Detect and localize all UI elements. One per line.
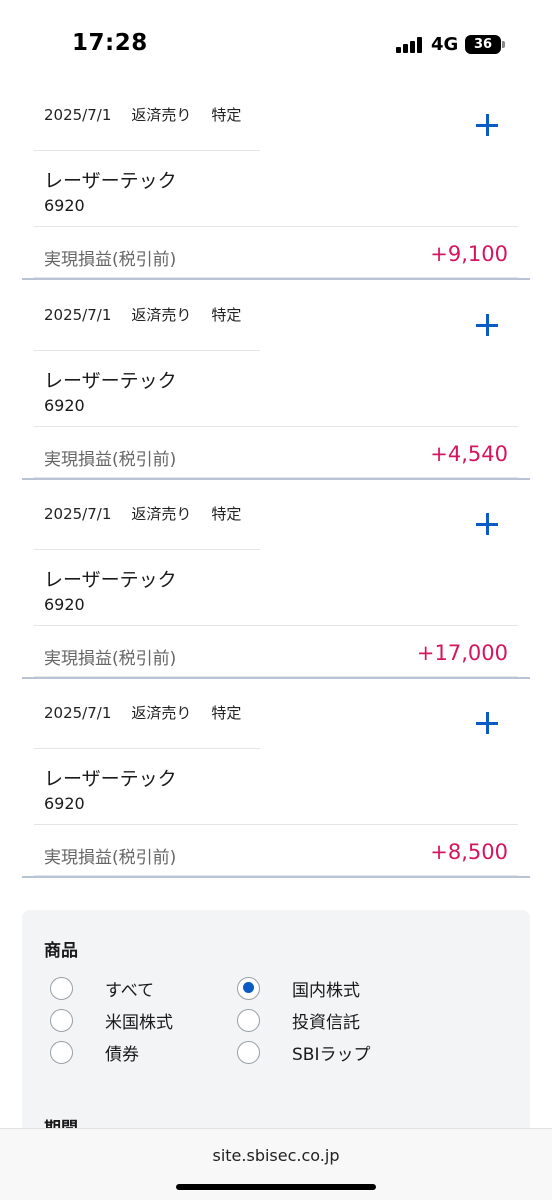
radio-option-sbi-wrap[interactable]: SBIラップ (237, 1039, 370, 1065)
account-type: 特定 (211, 106, 242, 124)
radio-button[interactable] (50, 976, 73, 1000)
status-time: 17:28 (72, 30, 148, 56)
divider (34, 150, 260, 151)
radio-option-label: すべて (105, 980, 155, 1001)
stock-code: 6920 (44, 196, 85, 215)
product-filter-title: 商品 (44, 941, 78, 961)
realized-pl-label: 実現損益(税引前) (44, 250, 177, 270)
radio-option-domestic-stock[interactable]: 国内株式 (237, 975, 360, 1001)
radio-option-label: 債券 (105, 1044, 139, 1065)
radio-option-label: 国内株式 (292, 980, 360, 1001)
radio-button[interactable] (237, 1008, 260, 1032)
radio-button-selected[interactable] (237, 976, 260, 1000)
home-indicator[interactable] (176, 1184, 376, 1190)
trade-date: 2025/7/1 (44, 505, 112, 523)
trade-card: 2025/7/1 返済売り 特定 レーザーテック 6920 実現損益(税引前) +9… (22, 90, 530, 290)
radio-button[interactable] (237, 1040, 260, 1064)
card-separator (22, 677, 530, 679)
trade-card: 2025/7/1 返済売り 特定 レーザーテック 6920 実現損益(税引前) +8… (22, 688, 530, 888)
radio-option-bonds[interactable]: 債券 (50, 1039, 139, 1065)
battery-icon: 36 (465, 35, 501, 54)
realized-pl-value: +4,540 (430, 442, 508, 466)
stock-name: レーザーテック (44, 569, 177, 591)
realized-pl-value: +9,100 (430, 242, 508, 266)
realized-pl-label: 実現損益(税引前) (44, 649, 177, 669)
trade-header: 2025/7/1 返済売り 特定 (44, 104, 261, 125)
radio-button[interactable] (50, 1008, 73, 1032)
trade-header: 2025/7/1 返済売り 特定 (44, 702, 261, 723)
radio-button[interactable] (50, 1040, 73, 1064)
divider (34, 226, 518, 227)
divider (34, 350, 260, 351)
stock-name: レーザーテック (44, 170, 177, 192)
battery-tip (502, 41, 505, 48)
trade-card: 2025/7/1 返済売り 特定 レーザーテック 6920 実現損益(税引前) +4… (22, 290, 530, 490)
realized-pl-value: +17,000 (416, 641, 508, 665)
status-bar: 17:28 4G 36 (0, 0, 552, 90)
divider (34, 824, 518, 825)
radio-option-all[interactable]: すべて (50, 975, 154, 1001)
divider (34, 426, 518, 427)
trade-type: 返済売り (131, 106, 192, 124)
expand-plus-icon[interactable] (474, 511, 500, 537)
trade-date: 2025/7/1 (44, 106, 112, 124)
trade-header: 2025/7/1 返済売り 特定 (44, 503, 261, 524)
trade-header: 2025/7/1 返済売り 特定 (44, 304, 261, 325)
signal-icon (396, 37, 424, 53)
stock-code: 6920 (44, 794, 85, 813)
realized-pl-label: 実現損益(税引前) (44, 450, 177, 470)
browser-url-bar[interactable]: site.sbisec.co.jp (0, 1128, 552, 1200)
stock-code: 6920 (44, 595, 85, 614)
divider (34, 549, 260, 550)
trade-type: 返済売り (131, 505, 192, 523)
trade-card: 2025/7/1 返済売り 特定 レーザーテック 6920 実現損益(税引前) +1… (22, 489, 530, 689)
radio-option-label: SBIラップ (292, 1044, 371, 1065)
stock-code: 6920 (44, 396, 85, 415)
account-type: 特定 (211, 306, 242, 324)
expand-plus-icon[interactable] (474, 710, 500, 736)
trade-date: 2025/7/1 (44, 306, 112, 324)
radio-option-investment-trust[interactable]: 投資信託 (237, 1007, 360, 1033)
radio-option-us-stock[interactable]: 米国株式 (50, 1007, 173, 1033)
card-separator (22, 278, 530, 280)
network-type: 4G (431, 34, 459, 55)
stock-name: レーザーテック (44, 768, 177, 790)
radio-option-label: 米国株式 (105, 1012, 173, 1033)
divider (34, 748, 260, 749)
account-type: 特定 (211, 505, 242, 523)
divider (34, 625, 518, 626)
realized-pl-value: +8,500 (430, 840, 508, 864)
expand-plus-icon[interactable] (474, 312, 500, 338)
account-type: 特定 (211, 704, 242, 722)
stock-name: レーザーテック (44, 370, 177, 392)
card-separator (22, 478, 530, 480)
radio-option-label: 投資信託 (292, 1012, 360, 1033)
trade-type: 返済売り (131, 704, 192, 722)
realized-pl-label: 実現損益(税引前) (44, 848, 177, 868)
trade-type: 返済売り (131, 306, 192, 324)
trade-date: 2025/7/1 (44, 704, 112, 722)
expand-plus-icon[interactable] (474, 112, 500, 138)
url-text[interactable]: site.sbisec.co.jp (0, 1146, 552, 1165)
card-separator (22, 876, 530, 878)
